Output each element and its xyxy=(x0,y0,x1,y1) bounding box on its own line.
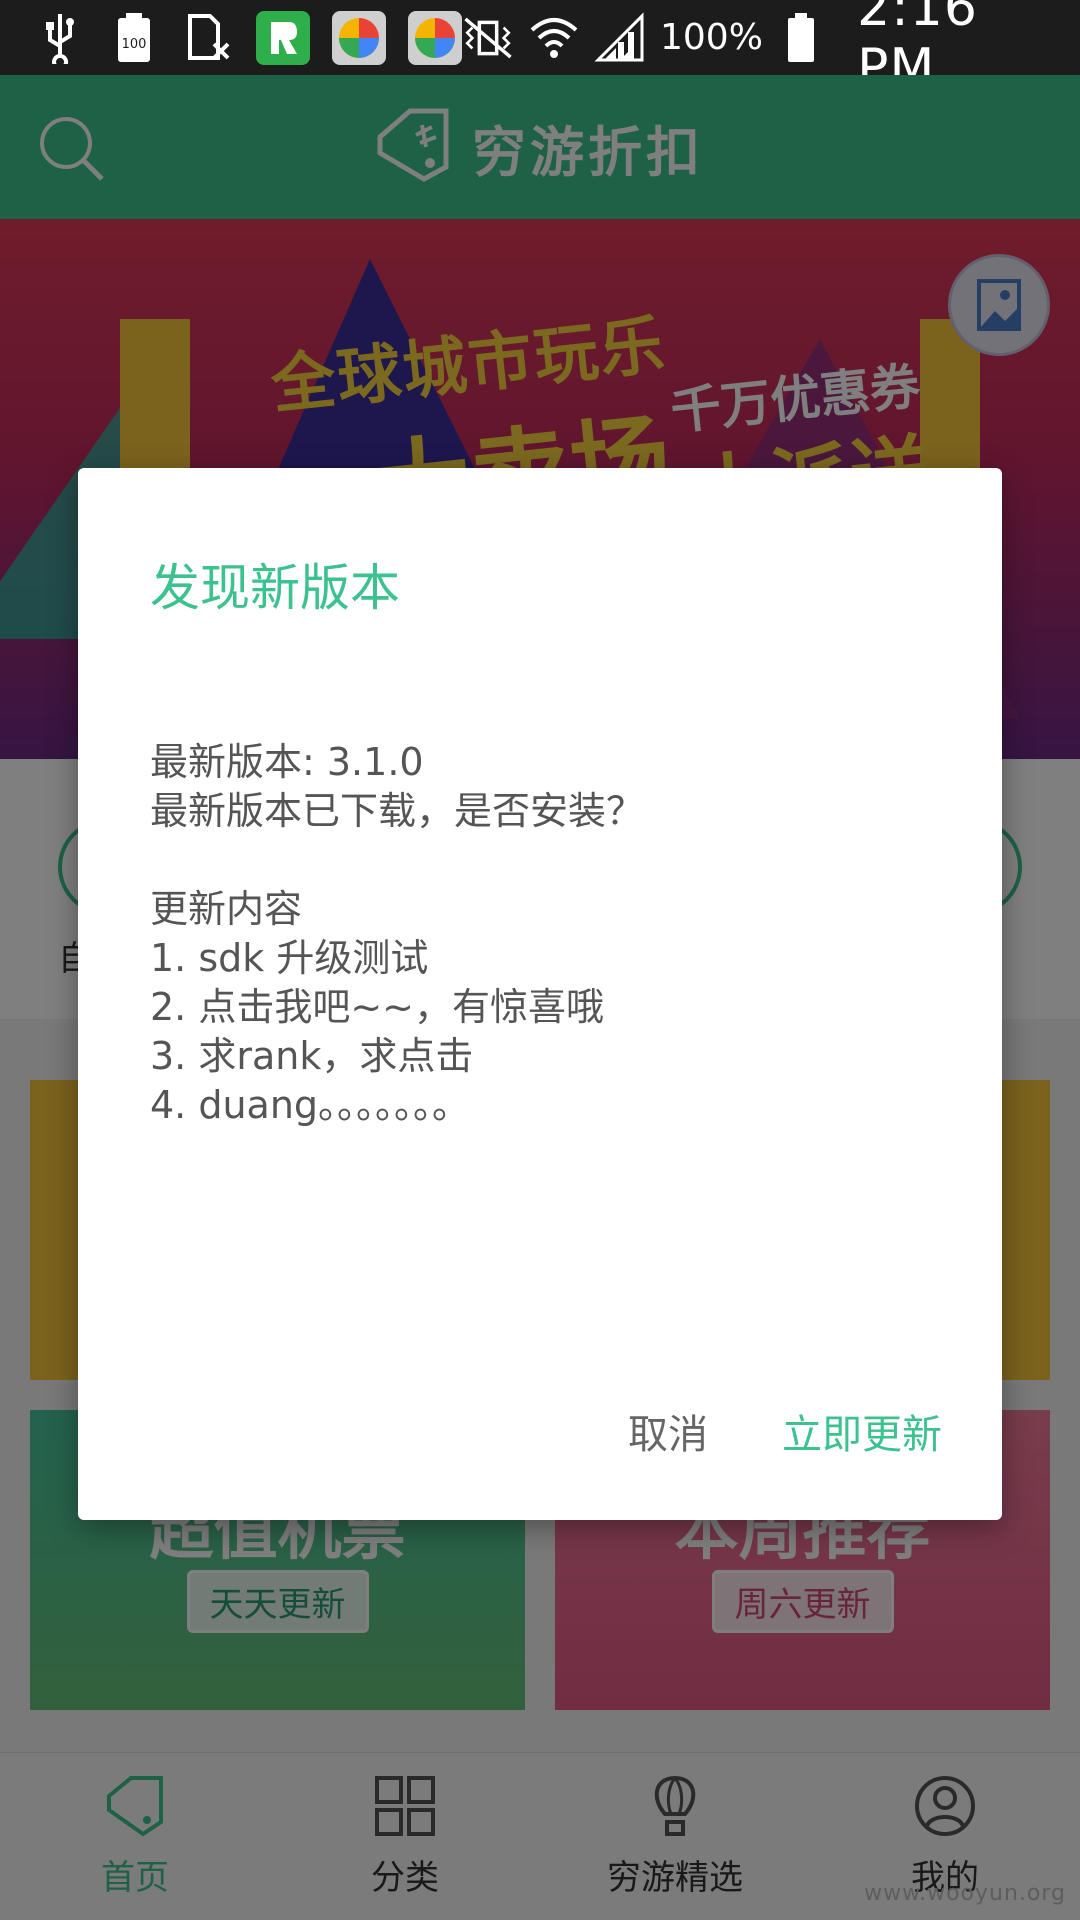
status-bar: 100 100% 2:16 PM xyxy=(0,0,1080,98)
dialog-line: 最新版本: 3.1.0 xyxy=(150,740,424,784)
screen: 100 100% 2:16 PM 发现新版本 最新版本: 3.1.0 最新版本已… xyxy=(0,0,1080,1920)
battery-percent: 100% xyxy=(660,17,763,58)
dialog-line: 4. duang。。。。。。。 xyxy=(150,1083,471,1127)
cancel-button[interactable]: 取消 xyxy=(628,1402,708,1460)
app-ball-icon xyxy=(408,10,462,65)
dialog-line xyxy=(150,836,942,885)
app-r-icon xyxy=(256,10,310,65)
sim-off-icon xyxy=(182,12,234,64)
app-ball-icon xyxy=(332,10,386,65)
vibrate-icon xyxy=(462,12,514,64)
svg-text:100: 100 xyxy=(122,37,147,52)
dialog-message: 最新版本: 3.1.0 最新版本已下载，是否安装？ 更新内容 1. sdk 升级… xyxy=(150,738,942,1130)
dialog-line: 3. 求rank，求点击 xyxy=(150,1034,474,1078)
battery-icon xyxy=(777,12,825,64)
dialog-line: 最新版本已下载，是否安装？ xyxy=(150,789,645,833)
dialog-line: 1. sdk 升级测试 xyxy=(150,936,429,980)
signal-icon xyxy=(594,11,646,64)
battery-100-icon: 100 xyxy=(108,12,160,64)
dialog-title: 发现新版本 xyxy=(150,559,400,617)
dialog-line: 2. 点击我吧~~，有惊喜哦 xyxy=(150,985,605,1029)
dialog-actions: 取消 立即更新 xyxy=(628,1402,942,1460)
update-dialog: 发现新版本 最新版本: 3.1.0 最新版本已下载，是否安装？ 更新内容 1. … xyxy=(78,468,1002,1520)
usb-icon xyxy=(34,12,86,64)
dialog-line: 更新内容 xyxy=(150,887,303,931)
wifi-icon xyxy=(528,12,580,64)
update-now-button[interactable]: 立即更新 xyxy=(782,1402,942,1460)
